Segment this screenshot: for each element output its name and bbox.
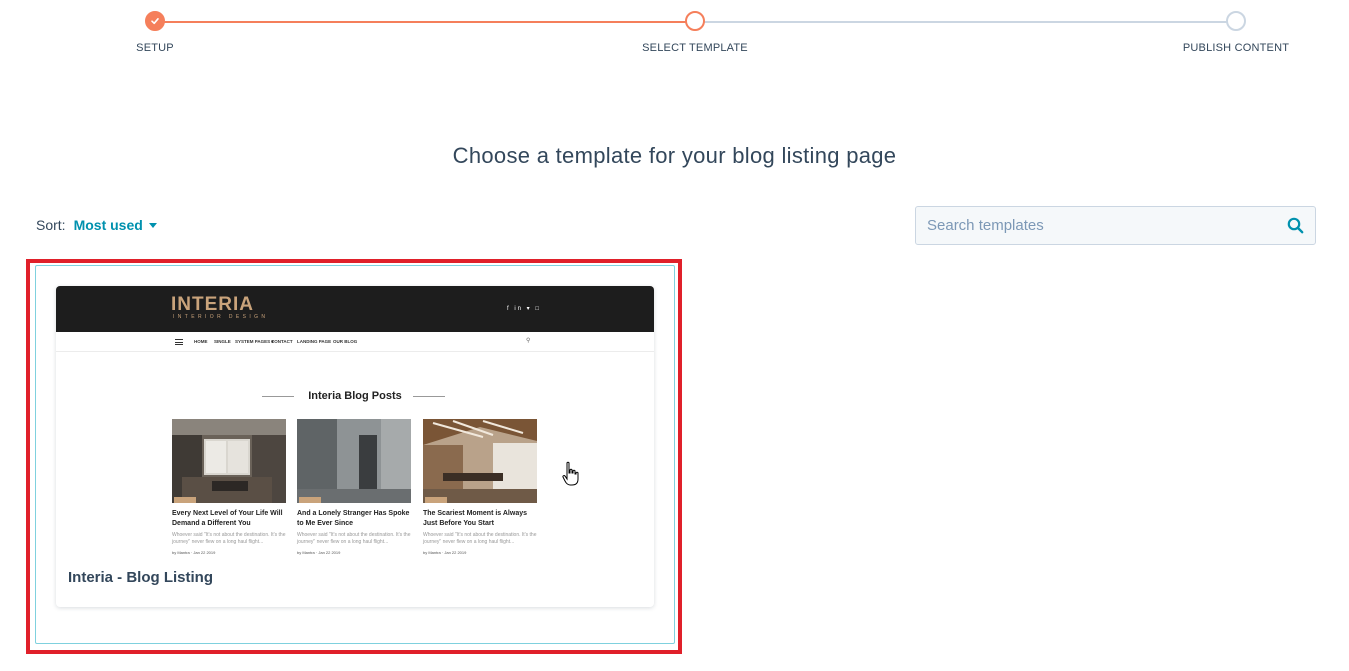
progress-stepper: SETUP SELECT TEMPLATE PUBLISH CONTENT — [0, 0, 1349, 70]
preview-post-title: The Scariest Moment is Always Just Befor… — [423, 510, 527, 527]
step-label-publish-content: PUBLISH CONTENT — [1182, 42, 1290, 54]
preview-nav-item: CONTACT — [271, 339, 293, 344]
preview-post-tag — [174, 497, 196, 503]
preview-logo-subtitle: INTERIOR DESIGN — [173, 314, 269, 320]
step-publish-content-dot-icon — [1226, 11, 1246, 31]
preview-post-meta: by Mantra · Jan 22 2019 — [297, 550, 341, 555]
preview-post-card: And a Lonely Stranger Has Spoke to Me Ev… — [297, 419, 411, 555]
step-label-select-template: SELECT TEMPLATE — [642, 42, 748, 54]
search-box — [915, 206, 1316, 245]
step-select-template-dot-icon — [685, 11, 705, 31]
preview-section-title-row: Interia Blog Posts — [56, 390, 654, 404]
hamburger-menu-icon — [175, 339, 183, 345]
step-connector-upcoming — [695, 21, 1236, 23]
preview-post-title: Every Next Level of Your Life Will Deman… — [172, 510, 283, 527]
divider — [413, 396, 445, 397]
step-setup-check-icon[interactable] — [145, 11, 165, 31]
preview-post-meta: by Mantra · Jan 22 2019 — [172, 550, 216, 555]
preview-post-excerpt: Whoever said "It's not about the destina… — [297, 532, 411, 545]
preview-logo: INTERIA — [171, 294, 254, 315]
caret-down-icon[interactable] — [148, 222, 157, 228]
preview-nav-item: HOME — [194, 339, 208, 344]
template-preview[interactable]: INTERIA INTERIOR DESIGN f in ▾ □ HOME SI… — [56, 286, 654, 558]
preview-post-image — [423, 419, 537, 503]
step-label-setup[interactable]: SETUP — [136, 42, 174, 54]
sort-dropdown[interactable]: Most used — [74, 217, 157, 233]
preview-search-icon: ⚲ — [526, 338, 531, 344]
preview-nav-item: SINGLE — [214, 339, 231, 344]
hand-pointer-cursor-icon — [562, 461, 580, 492]
preview-post-card: Every Next Level of Your Life Will Deman… — [172, 419, 286, 555]
preview-post-excerpt: Whoever said "It's not about the destina… — [423, 532, 537, 545]
page-title: Choose a template for your blog listing … — [452, 143, 897, 168]
template-card[interactable]: INTERIA INTERIOR DESIGN f in ▾ □ HOME SI… — [56, 286, 654, 607]
template-card-title[interactable]: Interia - Blog Listing — [68, 569, 213, 586]
preview-post-tag — [425, 497, 447, 503]
sort-dropdown-value[interactable]: Most used — [74, 217, 143, 233]
preview-post-excerpt: Whoever said "It's not about the destina… — [172, 532, 286, 545]
preview-nav-item: OUR BLOG — [333, 339, 358, 344]
search-icon[interactable] — [1275, 207, 1315, 244]
step-connector-complete — [155, 21, 695, 23]
preview-nav-item: SYSTEM PAGES ▾ — [235, 339, 274, 344]
preview-post-image — [297, 419, 411, 503]
sort-control: Sort: Most used — [36, 217, 157, 233]
preview-header: INTERIA INTERIOR DESIGN f in ▾ □ — [56, 286, 654, 332]
preview-social-icons: f in ▾ □ — [507, 306, 541, 312]
sort-label: Sort: — [36, 217, 66, 233]
preview-post-card: The Scariest Moment is Always Just Befor… — [423, 419, 537, 555]
search-input[interactable] — [916, 207, 1275, 244]
preview-post-tag — [299, 497, 321, 503]
preview-post-meta: by Mantra · Jan 22 2019 — [423, 550, 467, 555]
preview-section-title: Interia Blog Posts — [308, 390, 402, 402]
preview-post-title: And a Lonely Stranger Has Spoke to Me Ev… — [297, 510, 410, 527]
preview-post-image — [172, 419, 286, 503]
preview-nav: HOME SINGLE SYSTEM PAGES ▾ CONTACT LANDI… — [56, 332, 654, 352]
preview-nav-item: LANDING PAGE — [297, 339, 332, 344]
